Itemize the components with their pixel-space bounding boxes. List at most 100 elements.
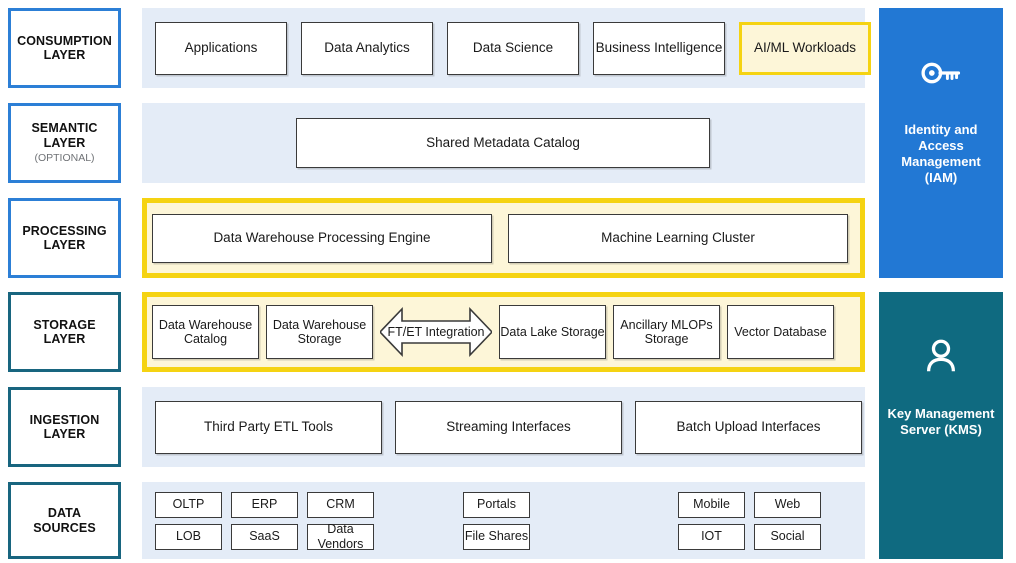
data-source-row-bottom: File Shares bbox=[463, 523, 530, 550]
node-lob[interactable]: LOB bbox=[155, 523, 222, 550]
node-label: Data Lake Storage bbox=[500, 324, 605, 339]
node-web[interactable]: Web bbox=[754, 491, 821, 518]
data-source-group-files: Portals File Shares bbox=[463, 491, 530, 550]
node-applications[interactable]: Applications bbox=[155, 21, 287, 75]
ft-et-integration-double-arrow[interactable]: FT/ET Integration bbox=[380, 303, 492, 361]
node-crm[interactable]: CRM bbox=[307, 491, 374, 518]
node-iot[interactable]: IOT bbox=[678, 523, 745, 550]
node-social[interactable]: Social bbox=[754, 523, 821, 550]
node-label: AI/ML Workloads bbox=[753, 40, 857, 56]
node-label: CRM bbox=[326, 497, 355, 512]
layer-label-data-sources[interactable]: DATA SOURCES bbox=[8, 482, 121, 559]
node-label: LOB bbox=[175, 529, 201, 544]
node-label: Shared Metadata Catalog bbox=[426, 135, 580, 151]
node-third-party-etl-tools[interactable]: Third Party ETL Tools bbox=[155, 400, 382, 454]
ingestion-node-row: Third Party ETL Tools Streaming Interfac… bbox=[142, 400, 862, 454]
layer-label-title: PROCESSING LAYER bbox=[22, 223, 107, 253]
node-label: Streaming Interfaces bbox=[446, 419, 571, 435]
node-label: Machine Learning Cluster bbox=[601, 230, 755, 246]
node-label: Data Vendors bbox=[317, 522, 364, 551]
layer-band-processing: Data Warehouse Processing Engine Machine… bbox=[142, 198, 865, 278]
key-icon bbox=[918, 50, 964, 96]
node-streaming-interfaces[interactable]: Streaming Interfaces bbox=[395, 400, 622, 454]
layer-label-semantic[interactable]: SEMANTIC LAYER (OPTIONAL) bbox=[8, 103, 121, 183]
layer-label-storage[interactable]: STORAGE LAYER bbox=[8, 292, 121, 372]
data-source-row-bottom: LOB SaaS Data Vendors bbox=[155, 522, 374, 551]
layer-label-title: CONSUMPTION LAYER bbox=[17, 33, 112, 63]
node-label: FT/ET Integration bbox=[387, 324, 485, 339]
node-label: Mobile bbox=[693, 497, 730, 512]
layer-band-semantic: Shared Metadata Catalog bbox=[142, 103, 865, 183]
user-icon-svg bbox=[926, 339, 956, 372]
storage-node-row: Data Warehouse Catalog Data Warehouse St… bbox=[147, 303, 834, 361]
security-panel-kms[interactable]: Key Management Server (KMS) bbox=[879, 292, 1003, 559]
node-label: Business Intelligence bbox=[595, 40, 723, 56]
layer-band-consumption: Applications Data Analytics Data Science… bbox=[142, 8, 871, 88]
node-oltp[interactable]: OLTP bbox=[155, 491, 222, 518]
data-source-row-top: Mobile Web bbox=[678, 491, 821, 518]
node-label: Applications bbox=[184, 40, 258, 56]
node-ancillary-mlops-storage[interactable]: Ancillary MLOPs Storage bbox=[613, 305, 720, 359]
node-label: File Shares bbox=[464, 529, 529, 544]
security-panel-iam[interactable]: Identity and Access Management (IAM) bbox=[879, 8, 1003, 278]
node-portals[interactable]: Portals bbox=[463, 491, 530, 518]
node-data-warehouse-storage[interactable]: Data Warehouse Storage bbox=[266, 305, 373, 359]
node-label: SaaS bbox=[249, 529, 280, 544]
node-ai-ml-workloads[interactable]: AI/ML Workloads bbox=[739, 21, 871, 75]
data-source-row-top: Portals bbox=[463, 491, 530, 518]
node-label: Social bbox=[770, 529, 805, 544]
node-label: ERP bbox=[251, 497, 278, 512]
layer-label-title: SEMANTIC LAYER bbox=[31, 121, 98, 150]
layer-label-ingestion[interactable]: INGESTION LAYER bbox=[8, 387, 121, 467]
node-data-analytics[interactable]: Data Analytics bbox=[301, 21, 433, 75]
node-label: Ancillary MLOPs Storage bbox=[620, 317, 713, 347]
node-vector-database[interactable]: Vector Database bbox=[727, 305, 834, 359]
key-icon-svg bbox=[921, 62, 961, 84]
node-shared-metadata-catalog[interactable]: Shared Metadata Catalog bbox=[296, 118, 710, 168]
node-data-science[interactable]: Data Science bbox=[447, 21, 579, 75]
layer-band-ingestion: Third Party ETL Tools Streaming Interfac… bbox=[142, 387, 865, 467]
node-data-lake-storage[interactable]: Data Lake Storage bbox=[499, 305, 606, 359]
user-icon bbox=[918, 334, 964, 380]
node-data-warehouse-catalog[interactable]: Data Warehouse Catalog bbox=[152, 305, 259, 359]
node-label: Web bbox=[774, 497, 801, 512]
node-data-warehouse-processing-engine[interactable]: Data Warehouse Processing Engine bbox=[152, 213, 492, 263]
data-source-group-enterprise: OLTP ERP CRM LOB SaaS Data Vendors bbox=[155, 491, 374, 551]
node-saas[interactable]: SaaS bbox=[231, 523, 298, 550]
node-mobile[interactable]: Mobile bbox=[678, 491, 745, 518]
node-batch-upload-interfaces[interactable]: Batch Upload Interfaces bbox=[635, 400, 862, 454]
architecture-diagram: CONSUMPTION LAYER SEMANTIC LAYER (OPTIONAL… bbox=[0, 0, 1016, 563]
data-source-row-bottom: IOT Social bbox=[678, 523, 821, 550]
security-panel-title: Identity and Access Management (IAM) bbox=[901, 122, 981, 185]
node-label: Data Science bbox=[472, 40, 554, 56]
data-source-group-channels: Mobile Web IOT Social bbox=[678, 491, 821, 550]
data-source-row-top: OLTP ERP CRM bbox=[155, 491, 374, 518]
node-data-vendors[interactable]: Data Vendors bbox=[307, 522, 374, 551]
layer-band-data-sources: OLTP ERP CRM LOB SaaS Data Vendors Porta… bbox=[142, 482, 865, 559]
layer-label-processing[interactable]: PROCESSING LAYER bbox=[8, 198, 121, 278]
node-label: OLTP bbox=[172, 497, 205, 512]
node-label: Data Warehouse Storage bbox=[272, 317, 367, 347]
consumption-node-row: Applications Data Analytics Data Science… bbox=[142, 21, 871, 75]
node-machine-learning-cluster[interactable]: Machine Learning Cluster bbox=[508, 213, 848, 263]
node-label: Vector Database bbox=[734, 324, 827, 339]
node-business-intelligence[interactable]: Business Intelligence bbox=[593, 21, 725, 75]
layer-label-sublabel: (OPTIONAL) bbox=[34, 152, 95, 165]
processing-node-row: Data Warehouse Processing Engine Machine… bbox=[147, 213, 848, 263]
layer-label-consumption[interactable]: CONSUMPTION LAYER bbox=[8, 8, 121, 88]
node-label: Data Analytics bbox=[324, 40, 410, 56]
data-sources-node-row: OLTP ERP CRM LOB SaaS Data Vendors Porta… bbox=[142, 482, 865, 559]
node-label: Data Warehouse Catalog bbox=[158, 317, 253, 347]
security-panel-title: Key Management Server (KMS) bbox=[887, 406, 995, 437]
node-erp[interactable]: ERP bbox=[231, 491, 298, 518]
layer-label-title: INGESTION LAYER bbox=[29, 412, 100, 442]
semantic-node-row: Shared Metadata Catalog bbox=[142, 118, 710, 168]
node-file-shares[interactable]: File Shares bbox=[463, 523, 530, 550]
node-label: Batch Upload Interfaces bbox=[676, 419, 821, 435]
node-label: Portals bbox=[477, 497, 516, 512]
layer-label-title: STORAGE LAYER bbox=[33, 317, 96, 347]
node-label: IOT bbox=[701, 529, 722, 544]
node-label: Third Party ETL Tools bbox=[203, 419, 334, 435]
node-label: Data Warehouse Processing Engine bbox=[213, 230, 431, 246]
layer-label-title: DATA SOURCES bbox=[33, 506, 96, 535]
